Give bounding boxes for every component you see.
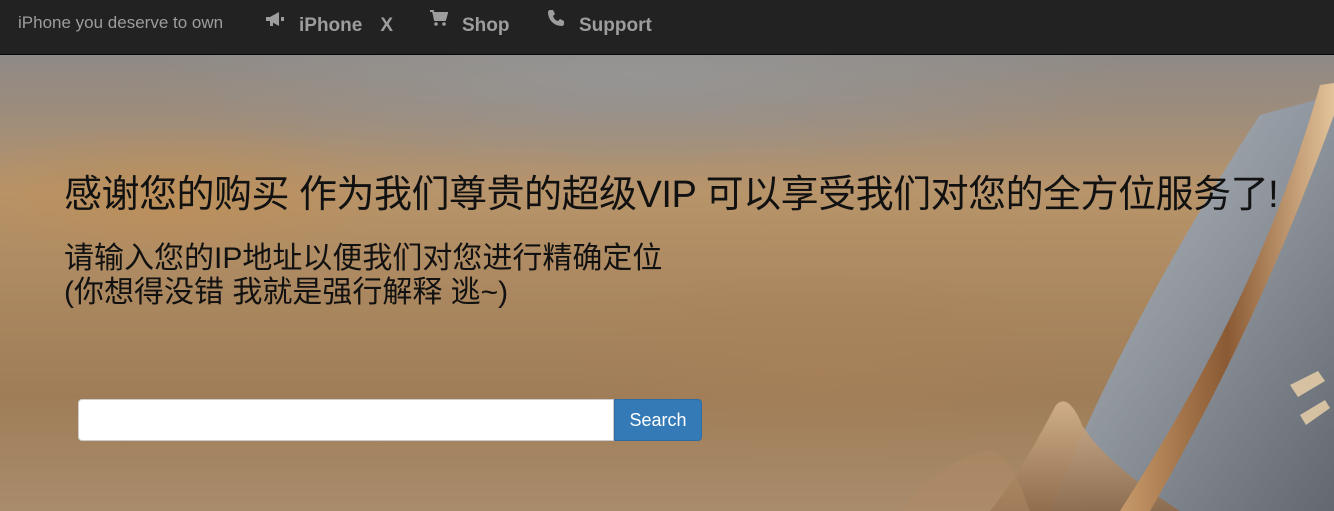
nav-item-shop[interactable]: Shop bbox=[430, 0, 510, 52]
nav-item-support[interactable]: Support bbox=[547, 0, 652, 52]
nav-item-iphone-suffix: X bbox=[380, 15, 394, 37]
hero-title: 感谢您的购买 作为我们尊贵的超级VIP 可以享受我们对您的全方位服务了! bbox=[64, 174, 1279, 216]
search-form: Search bbox=[78, 399, 702, 441]
nav-item-iphone[interactable]: iPhone X bbox=[265, 0, 393, 52]
hero-section: 感谢您的购买 作为我们尊贵的超级VIP 可以享受我们对您的全方位服务了! 请输入… bbox=[0, 55, 1334, 511]
nav-item-iphone-label: iPhone bbox=[299, 15, 363, 37]
top-navbar: iPhone you deserve to own iPhone X Shop S… bbox=[0, 0, 1334, 55]
nav-item-support-label: Support bbox=[579, 15, 652, 37]
iphone-image bbox=[900, 83, 1334, 511]
hero-subtitle-line-1: 请输入您的IP地址以便我们对您进行精确定位 bbox=[64, 242, 663, 275]
shopping-cart-icon bbox=[430, 0, 449, 48]
ip-search-input[interactable] bbox=[78, 399, 614, 441]
hero-subtitle-line-2: (你想得没错 我就是强行解释 逃~) bbox=[64, 276, 509, 309]
hero-subtitle: 请输入您的IP地址以便我们对您进行精确定位 (你想得没错 我就是强行解释 逃~) bbox=[64, 242, 662, 310]
phone-icon bbox=[547, 0, 565, 48]
search-button[interactable]: Search bbox=[614, 399, 702, 441]
megaphone-icon bbox=[265, 0, 285, 48]
nav-item-shop-label: Shop bbox=[462, 15, 510, 37]
brand-link[interactable]: iPhone you deserve to own bbox=[18, 0, 223, 50]
